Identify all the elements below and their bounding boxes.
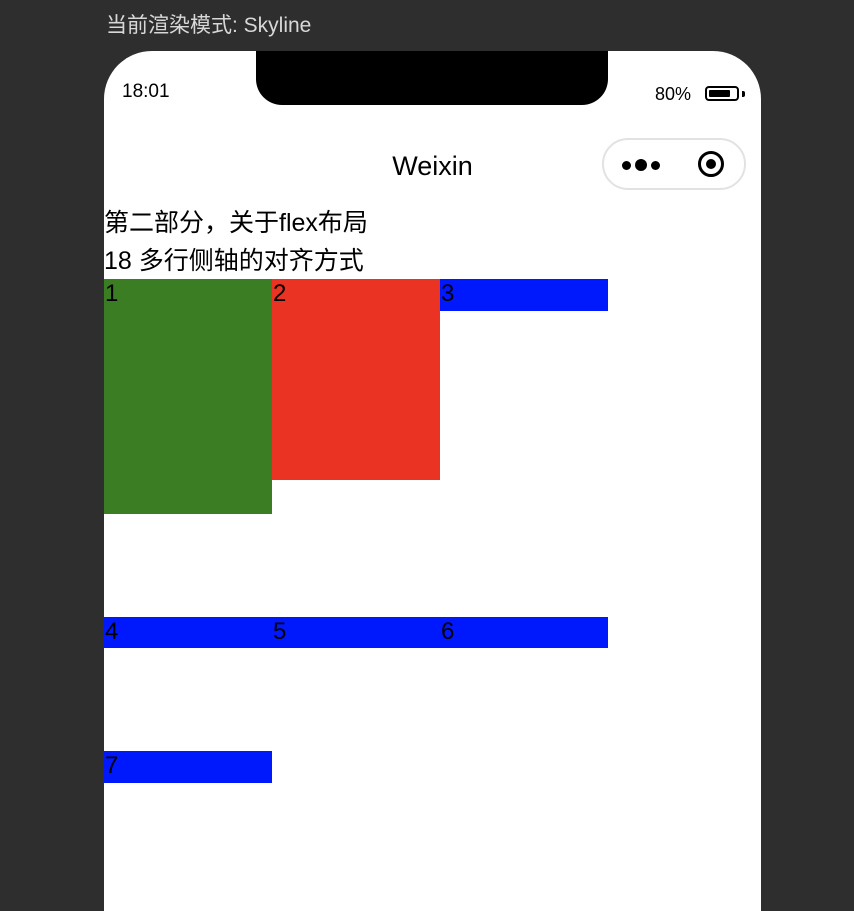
flex-item-label: 6 <box>441 618 455 645</box>
flex-item-6: 6 <box>440 617 608 648</box>
battery-tip-icon <box>742 91 745 97</box>
render-mode-label: 当前渲染模式: Skyline <box>106 14 312 37</box>
battery-icon <box>705 86 739 101</box>
flex-item-5: 5 <box>272 617 440 648</box>
capsule-menu <box>602 138 746 190</box>
battery-percent: 80% <box>655 84 692 104</box>
flex-item-label: 4 <box>105 618 119 645</box>
flex-item-2: 2 <box>272 279 440 480</box>
more-dots-icon[interactable] <box>622 159 662 172</box>
flex-item-4: 4 <box>104 617 272 648</box>
battery-level-fill <box>709 90 730 97</box>
flex-item-label: 5 <box>273 618 287 645</box>
phone-notch <box>256 51 608 105</box>
flex-item-1: 1 <box>104 279 272 514</box>
flex-item-7: 7 <box>104 751 272 783</box>
phone-simulator: 18:01 80% Weixin 第二部分，关于flex布局 18 多行侧轴的对… <box>104 51 761 911</box>
flex-item-label: 3 <box>441 280 455 307</box>
flex-item-3: 3 <box>440 279 608 311</box>
flex-item-label: 2 <box>273 280 287 307</box>
flex-item-label: 7 <box>105 752 119 779</box>
section-title: 第二部分，关于flex布局 <box>104 209 368 237</box>
flex-item-label: 1 <box>105 280 119 307</box>
status-time: 18:01 <box>122 81 170 102</box>
target-circle-icon[interactable] <box>698 151 724 177</box>
subtitle: 18 多行侧轴的对齐方式 <box>104 247 364 275</box>
